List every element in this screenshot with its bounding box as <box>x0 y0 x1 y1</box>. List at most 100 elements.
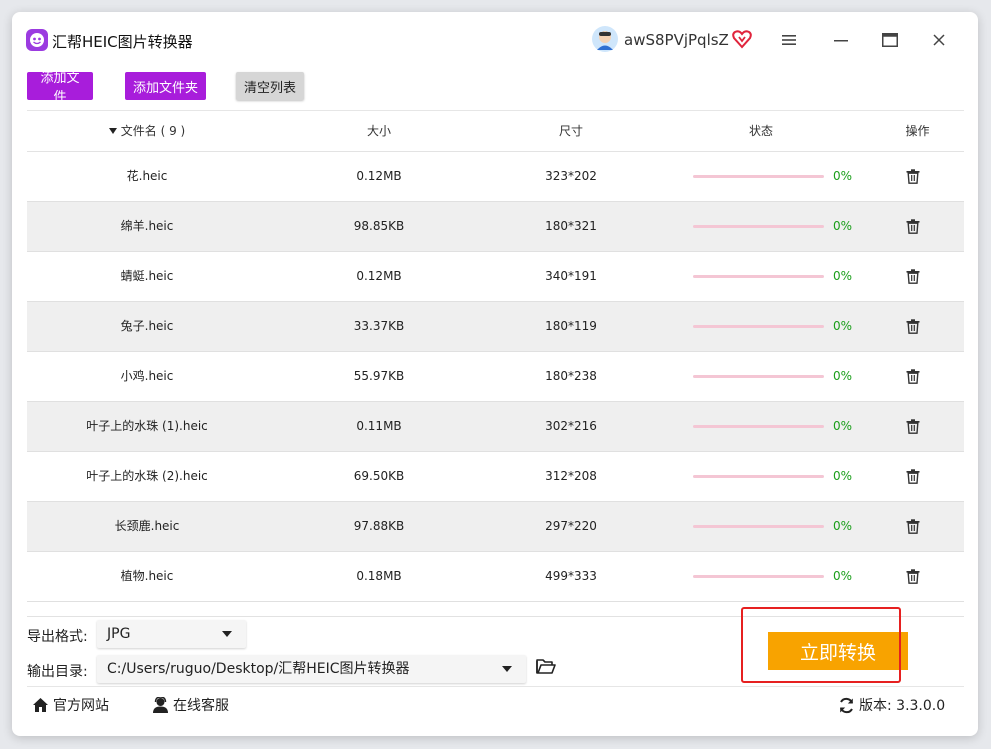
format-select[interactable]: JPG <box>97 620 246 648</box>
maximize-button[interactable] <box>878 28 902 52</box>
folder-open-icon[interactable] <box>536 658 556 676</box>
file-dimensions: 312*208 <box>545 469 597 483</box>
trash-icon[interactable] <box>906 269 920 284</box>
title-bar: 汇帮HEIC图片转换器 awS8PVjPqlsZ <box>12 12 978 68</box>
file-size: 69.50KB <box>353 469 405 483</box>
trash-icon[interactable] <box>906 369 920 384</box>
file-dimensions: 180*321 <box>545 219 597 233</box>
progress-bar <box>693 225 824 228</box>
minimize-button[interactable] <box>829 28 853 52</box>
menu-button[interactable] <box>777 28 801 52</box>
trash-icon[interactable] <box>906 169 920 184</box>
chevron-down-icon <box>222 631 232 637</box>
official-website-link[interactable]: 官方网站 <box>32 694 109 716</box>
format-select-value: JPG <box>107 626 131 642</box>
file-name: 植物.heic <box>120 569 174 583</box>
table-row[interactable]: 叶子上的水珠 (1).heic 0.11MB 302*216 0% <box>27 402 964 452</box>
table-row[interactable]: 长颈鹿.heic 97.88KB 297*220 0% <box>27 502 964 552</box>
table-row[interactable]: 花.heic 0.12MB 323*202 0% <box>27 152 964 202</box>
app-window: 汇帮HEIC图片转换器 awS8PVjPqlsZ 添加文件 添加文件夹 清空列表… <box>12 12 978 736</box>
version-info: 版本: 3.3.0.0 <box>838 694 945 716</box>
file-size: 33.37KB <box>353 319 405 333</box>
progress-percent: 0% <box>833 369 853 383</box>
file-size: 98.85KB <box>353 219 405 233</box>
progress-bar <box>693 525 824 528</box>
file-dimensions: 340*191 <box>545 269 597 283</box>
support-agent-icon <box>153 697 168 713</box>
progress-bar <box>693 475 824 478</box>
header-status: 状态 <box>748 124 773 138</box>
chevron-down-icon <box>502 666 512 672</box>
table-row[interactable]: 绵羊.heic 98.85KB 180*321 0% <box>27 202 964 252</box>
file-dimensions: 302*216 <box>545 419 597 433</box>
progress-percent: 0% <box>833 419 853 433</box>
progress-percent: 0% <box>833 169 853 183</box>
user-avatar-icon[interactable] <box>592 26 618 52</box>
sort-down-icon <box>108 128 117 134</box>
format-label: 导出格式: <box>27 629 88 645</box>
version-label: 版本: 3.3.0.0 <box>859 698 946 714</box>
close-icon <box>933 34 945 46</box>
progress-bar <box>693 425 824 428</box>
table-row[interactable]: 植物.heic 0.18MB 499*333 0% <box>27 552 964 602</box>
file-name: 叶子上的水珠 (2).heic <box>86 469 208 483</box>
app-title: 汇帮HEIC图片转换器 <box>52 33 193 51</box>
trash-icon[interactable] <box>906 419 920 434</box>
progress-percent: 0% <box>833 319 853 333</box>
progress-bar <box>693 175 824 178</box>
trash-icon[interactable] <box>906 519 920 534</box>
file-size: 97.88KB <box>353 519 405 533</box>
header-size: 大小 <box>366 124 391 138</box>
convert-now-button[interactable]: 立即转换 <box>768 632 908 670</box>
trash-icon[interactable] <box>906 219 920 234</box>
clear-list-button[interactable]: 清空列表 <box>236 72 304 100</box>
file-dimensions: 499*333 <box>545 569 597 583</box>
header-name-label: 文件名 ( 9 ) <box>120 124 186 138</box>
file-dimensions: 297*220 <box>545 519 597 533</box>
user-name[interactable]: awS8PVjPqlsZ <box>624 31 729 49</box>
progress-bar <box>693 275 824 278</box>
progress-percent: 0% <box>833 569 853 583</box>
file-size: 55.97KB <box>353 369 405 383</box>
header-operation: 操作 <box>905 124 930 138</box>
file-table: 文件名 ( 9 ) 大小 尺寸 状态 操作 花.heic 0.12MB 323*20… <box>27 110 964 617</box>
progress-bar <box>693 375 824 378</box>
add-file-button[interactable]: 添加文件 <box>27 71 93 105</box>
file-size: 0.12MB <box>356 269 402 283</box>
output-dir-value: C:/Users/ruguo/Desktop/汇帮HEIC图片转换器 <box>107 661 410 677</box>
table-row[interactable]: 小鸡.heic 55.97KB 180*238 0% <box>27 352 964 402</box>
divider <box>27 616 964 617</box>
output-dir-label: 输出目录: <box>27 664 88 680</box>
maximize-icon <box>882 33 898 47</box>
minimize-icon <box>834 40 848 42</box>
table-row[interactable]: 蜻蜓.heic 0.12MB 340*191 0% <box>27 252 964 302</box>
add-folder-button[interactable]: 添加文件夹 <box>125 72 206 100</box>
trash-icon[interactable] <box>906 319 920 334</box>
file-dimensions: 180*119 <box>545 319 597 333</box>
output-dir-select[interactable]: C:/Users/ruguo/Desktop/汇帮HEIC图片转换器 <box>97 655 526 683</box>
file-name: 花.heic <box>126 169 168 183</box>
official-website-label: 官方网站 <box>53 698 109 714</box>
trash-icon[interactable] <box>906 469 920 484</box>
table-row[interactable]: 叶子上的水珠 (2).heic 69.50KB 312*208 0% <box>27 452 964 502</box>
file-name: 兔子.heic <box>120 319 174 333</box>
vip-heart-icon[interactable] <box>732 29 752 49</box>
header-name[interactable]: 文件名 ( 9 ) <box>27 111 267 151</box>
file-name: 小鸡.heic <box>120 369 174 383</box>
menu-icon <box>782 35 796 45</box>
trash-icon[interactable] <box>906 569 920 584</box>
file-name: 蜻蜓.heic <box>120 269 174 283</box>
file-name: 叶子上的水珠 (1).heic <box>86 419 208 433</box>
home-icon <box>33 698 48 712</box>
online-support-label: 在线客服 <box>173 698 229 714</box>
footer-divider <box>27 686 964 687</box>
file-name: 绵羊.heic <box>120 219 174 233</box>
header-dimensions: 尺寸 <box>558 124 583 138</box>
progress-percent: 0% <box>833 269 853 283</box>
app-logo-icon <box>26 29 48 51</box>
refresh-icon[interactable] <box>838 697 855 714</box>
table-header: 文件名 ( 9 ) 大小 尺寸 状态 操作 <box>27 111 964 152</box>
online-support-link[interactable]: 在线客服 <box>152 694 229 716</box>
table-row[interactable]: 兔子.heic 33.37KB 180*119 0% <box>27 302 964 352</box>
close-button[interactable] <box>927 28 951 52</box>
